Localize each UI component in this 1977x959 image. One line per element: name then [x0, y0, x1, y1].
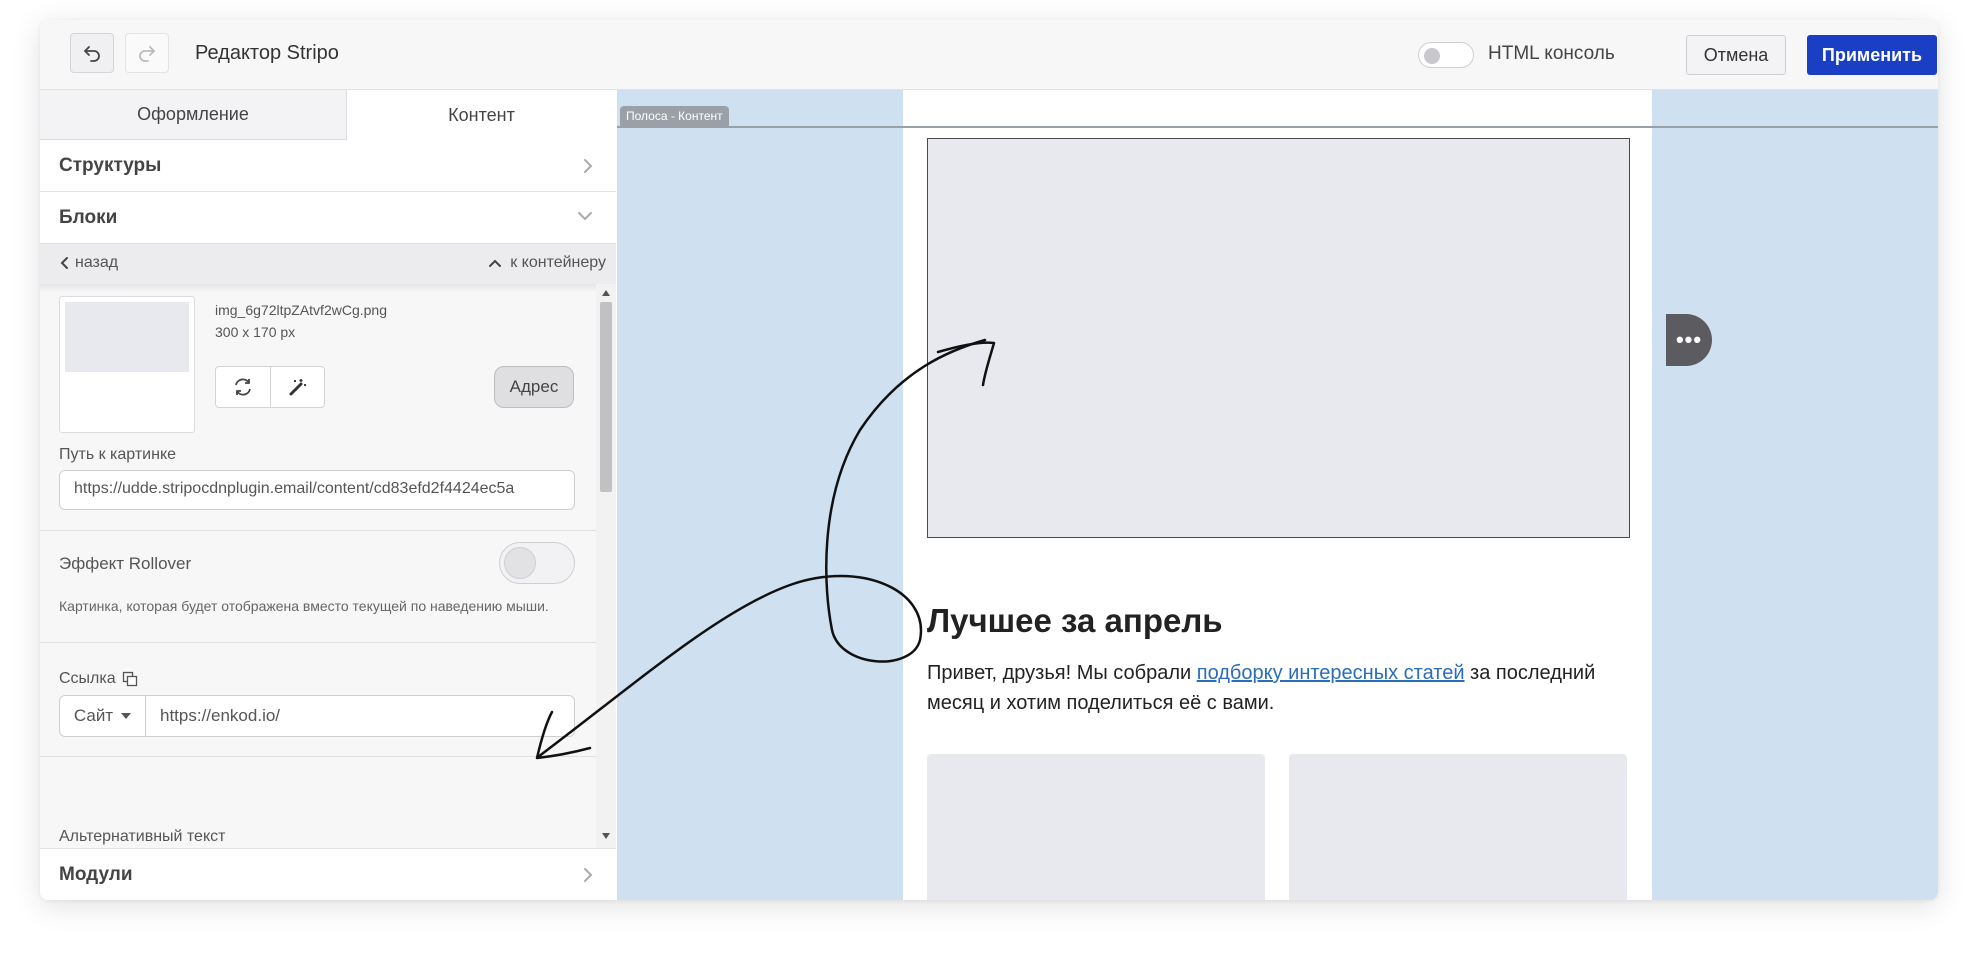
- scroll-up-icon[interactable]: [601, 289, 611, 297]
- chevron-down-icon: [578, 212, 592, 221]
- divider: [40, 756, 596, 757]
- scroll-shadow: [40, 284, 596, 292]
- scroll-down-icon[interactable]: [601, 832, 611, 840]
- paragraph-text-start: Привет, друзья! Мы собрали: [927, 662, 1197, 684]
- refresh-icon: [234, 378, 251, 396]
- email-paragraph[interactable]: Привет, друзья! Мы собрали подборку инте…: [927, 658, 1637, 718]
- email-canvas[interactable]: Лучшее за апрель Привет, друзья! Мы собр…: [617, 90, 1938, 900]
- image-placeholder-card[interactable]: [927, 754, 1265, 900]
- html-console-toggle[interactable]: [1418, 42, 1474, 68]
- file-size: 300 x 170 px: [215, 324, 296, 340]
- chevron-right-icon: [584, 159, 593, 173]
- section-structures[interactable]: Структуры: [40, 140, 616, 192]
- block-settings-scroll[interactable]: img_6g72ltpZAtvf2wCg.png 300 x 170 px Ад…: [40, 284, 616, 848]
- link-type-select[interactable]: Сайт: [60, 696, 146, 736]
- file-name: img_6g72ltpZAtvf2wCg.png: [215, 302, 387, 318]
- image-tools: [215, 366, 325, 408]
- chevron-up-icon: [489, 259, 502, 267]
- divider: [40, 530, 596, 531]
- caret-down-icon: [121, 713, 132, 719]
- rollover-hint: Картинка, которая будет отображена вмест…: [59, 598, 549, 614]
- toggle-knob: [504, 547, 536, 579]
- image-block-selected[interactable]: [927, 138, 1630, 538]
- link-label: Ссылка: [59, 670, 116, 687]
- link-url-input[interactable]: https://enkod.io/: [146, 696, 574, 736]
- back-label: назад: [75, 254, 119, 271]
- rollover-label: Эффект Rollover: [59, 554, 192, 573]
- thumbnail-preview: [65, 302, 189, 372]
- cancel-button[interactable]: Отмена: [1686, 35, 1786, 75]
- back-link[interactable]: назад: [59, 254, 118, 272]
- section-blocks[interactable]: Блоки: [40, 192, 616, 244]
- stripe-outline: [617, 126, 1938, 128]
- link-label-row: Ссылка: [59, 670, 138, 688]
- block-nav-bar: назад к контейнеру: [40, 244, 616, 284]
- scrollbar-thumb[interactable]: [600, 302, 612, 492]
- email-content-column: Лучшее за апрель Привет, друзья! Мы собр…: [903, 90, 1652, 900]
- undo-button[interactable]: [70, 33, 114, 73]
- chevron-right-icon: [584, 868, 593, 882]
- to-container-label: к контейнеру: [510, 254, 606, 271]
- link-type-value: Сайт: [73, 706, 114, 725]
- toggle-knob: [1424, 48, 1440, 64]
- to-container-link[interactable]: к контейнеру: [488, 254, 606, 272]
- editor-header: Редактор Stripo HTML консоль Отмена Прим…: [40, 20, 1938, 90]
- alt-text-label: Альтернативный текст: [59, 828, 226, 845]
- replace-image-button[interactable]: [216, 367, 271, 407]
- section-blocks-label: Блоки: [59, 207, 118, 228]
- section-modules[interactable]: Модули: [40, 848, 616, 900]
- apply-button[interactable]: Применить: [1807, 35, 1937, 75]
- more-dots-icon: •••: [1675, 327, 1703, 352]
- tab-content[interactable]: Контент: [347, 90, 616, 140]
- undo-icon: [84, 46, 100, 62]
- image-placeholder-card[interactable]: [1289, 754, 1627, 900]
- tab-design[interactable]: Оформление: [40, 90, 347, 140]
- stripe-label: Полоса - Контент: [620, 106, 729, 126]
- panel-tabs: Оформление Контент: [40, 90, 616, 140]
- link-input-group: Сайт https://enkod.io/: [59, 695, 575, 737]
- settings-panel: Оформление Контент Структуры Блоки назад: [40, 90, 616, 900]
- editor-window: Редактор Stripo HTML консоль Отмена Прим…: [40, 20, 1938, 900]
- address-button[interactable]: Адрес: [494, 366, 574, 408]
- articles-link[interactable]: подборку интересных статей: [1197, 662, 1465, 684]
- section-structures-label: Структуры: [59, 155, 162, 176]
- magic-edit-button[interactable]: [271, 367, 325, 407]
- redo-icon: [139, 46, 155, 62]
- copy-icon[interactable]: [122, 671, 138, 687]
- redo-button[interactable]: [125, 33, 169, 73]
- chevron-left-icon: [60, 257, 68, 269]
- rollover-toggle[interactable]: [499, 542, 575, 584]
- image-thumbnail[interactable]: [59, 296, 195, 433]
- image-path-input[interactable]: https://udde.stripocdnplugin.email/conte…: [59, 470, 575, 510]
- section-modules-label: Модули: [59, 864, 133, 885]
- image-path-label: Путь к картинке: [59, 446, 177, 463]
- magic-wand-icon: [289, 379, 307, 396]
- block-actions-button[interactable]: •••: [1666, 314, 1712, 366]
- app-title: Редактор Stripo: [195, 42, 339, 64]
- html-console-label: HTML консоль: [1488, 43, 1615, 64]
- email-heading[interactable]: Лучшее за апрель: [927, 602, 1223, 640]
- divider: [40, 642, 596, 643]
